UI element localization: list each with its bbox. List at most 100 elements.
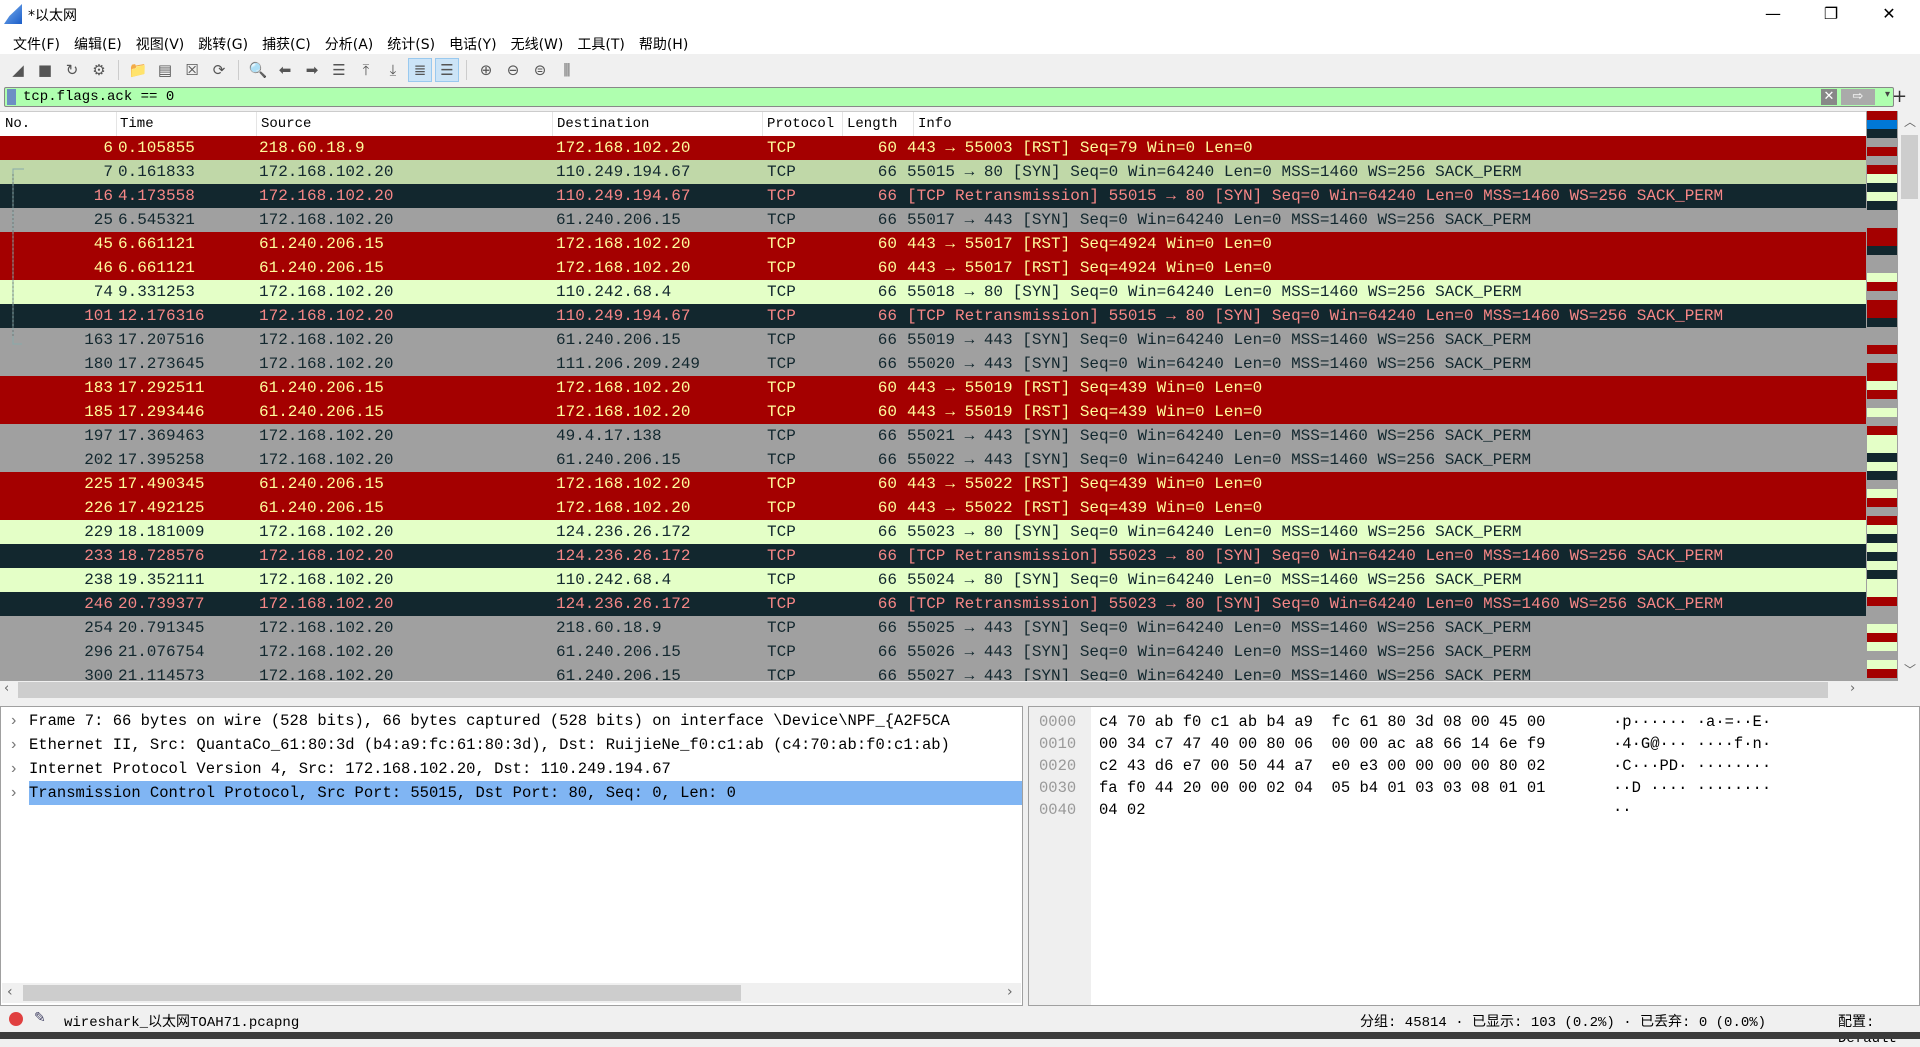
menu-item[interactable]: 无线(W) (504, 30, 571, 54)
packet-row[interactable]: 46 6.661121 61.240.206.15 172.168.102.20 TCP… (0, 256, 1866, 280)
expand-arrow-icon[interactable]: › (9, 733, 18, 757)
scroll-thumb[interactable] (1901, 135, 1918, 199)
restart-capture-icon[interactable]: ↻ (60, 58, 84, 82)
scroll-left-icon[interactable]: ‹ (4, 681, 9, 696)
add-filter-button-icon[interactable]: + (1892, 86, 1907, 107)
packet-number: 185 (84, 403, 113, 421)
zoom-normal-icon[interactable]: ⊜ (528, 58, 552, 82)
packet-time: 19.352111 (118, 571, 205, 589)
menu-item[interactable]: 统计(S) (380, 30, 442, 54)
colorize-icon[interactable]: ☰ (435, 58, 459, 82)
column-header-length[interactable]: Length (847, 116, 897, 132)
close-file-icon[interactable]: ☒ (180, 58, 204, 82)
column-header-protocol[interactable]: Protocol (767, 116, 834, 132)
packet-protocol: TCP (767, 331, 796, 349)
go-back-icon[interactable]: ⬅ (273, 58, 297, 82)
go-forward-icon[interactable]: ➡ (300, 58, 324, 82)
packet-row[interactable]: 45 6.661121 61.240.206.15 172.168.102.20 TCP… (0, 232, 1866, 256)
scroll-down-icon[interactable]: ﹀ (1904, 661, 1916, 678)
bookmark-icon[interactable] (7, 89, 16, 105)
detail-tree-item[interactable]: › Internet Protocol Version 4, Src: 172.1… (1, 757, 1022, 781)
packet-row[interactable]: 300 21.114573 172.168.102.20 61.240.206.15 T… (0, 664, 1866, 681)
capture-comment-icon[interactable]: ✎ (34, 1010, 46, 1027)
resize-columns-icon[interactable]: ⫼ (555, 58, 579, 82)
packet-row[interactable]: 202 17.395258 172.168.102.20 61.240.206.15 T… (0, 448, 1866, 472)
reload-file-icon[interactable]: ⟳ (207, 58, 231, 82)
minimap-mark (1867, 390, 1897, 399)
go-to-packet-icon[interactable]: ☰ (327, 58, 351, 82)
capture-options-icon[interactable]: ⚙ (87, 58, 111, 82)
profile-selector[interactable]: 配置: Default (1838, 1011, 1920, 1047)
packet-row[interactable]: 183 17.292511 61.240.206.15 172.168.102.20 T… (0, 376, 1866, 400)
zoom-in-icon[interactable]: ⊕ (474, 58, 498, 82)
expand-arrow-icon[interactable]: › (9, 709, 18, 733)
go-first-icon[interactable]: ⤒ (354, 58, 378, 82)
minimize-button[interactable]: — (1744, 0, 1802, 30)
packet-list-vertical-scrollbar[interactable]: ︿ ﹀ (1899, 111, 1920, 681)
packet-number: 16 (93, 187, 113, 205)
packet-row[interactable]: 185 17.293446 61.240.206.15 172.168.102.20 T… (0, 400, 1866, 424)
save-file-icon[interactable]: ▤ (153, 58, 177, 82)
clear-filter-icon[interactable]: ✕ (1821, 89, 1837, 105)
column-header-info[interactable]: Info (918, 116, 952, 132)
packet-row[interactable]: 226 17.492125 61.240.206.15 172.168.102.20 T… (0, 496, 1866, 520)
packet-minimap[interactable] (1866, 111, 1898, 681)
packet-row[interactable]: 16 4.173558 172.168.102.20 110.249.194.67 TC… (0, 184, 1866, 208)
start-capture-icon[interactable]: ◢ (6, 58, 30, 82)
menu-item[interactable]: 文件(F) (6, 30, 67, 54)
scroll-right-icon[interactable]: › (1850, 681, 1855, 696)
menu-item[interactable]: 分析(A) (318, 30, 381, 54)
detail-tree-item[interactable]: › Transmission Control Protocol, Src Port… (1, 781, 1022, 805)
packet-row[interactable]: 7 0.161833 172.168.102.20 110.249.194.67 TCP… (0, 160, 1866, 184)
apply-filter-icon[interactable]: ⇨ (1841, 89, 1875, 105)
packet-list-header: No. Time Source Destination Protocol Len… (0, 112, 1866, 136)
packet-row[interactable]: 6 0.105855 218.60.18.9 172.168.102.20 TCP 60 4… (0, 136, 1866, 160)
details-horizontal-scrollbar[interactable]: ‹ › (2, 983, 1021, 1003)
open-file-icon[interactable]: 📁 (126, 58, 150, 82)
packet-protocol: TCP (767, 451, 796, 469)
display-filter-input[interactable] (23, 88, 1803, 106)
expand-arrow-icon[interactable]: › (9, 757, 18, 781)
packet-row[interactable]: 197 17.369463 172.168.102.20 49.4.17.138 TCP… (0, 424, 1866, 448)
packet-row[interactable]: 180 17.273645 172.168.102.20 111.206.209.24… (0, 352, 1866, 376)
maximize-button[interactable]: ❐ (1802, 0, 1860, 30)
expert-info-icon[interactable] (9, 1012, 23, 1026)
packet-row[interactable]: 254 20.791345 172.168.102.20 218.60.18.9 TCP… (0, 616, 1866, 640)
packet-row[interactable]: 229 18.181009 172.168.102.20 124.236.26.172… (0, 520, 1866, 544)
detail-tree-item[interactable]: › Ethernet II, Src: QuantaCo_61:80:3d (b4… (1, 733, 1022, 757)
packet-row[interactable]: 74 9.331253 172.168.102.20 110.242.68.4 TCP 6… (0, 280, 1866, 304)
packet-row[interactable]: 246 20.739377 172.168.102.20 124.236.26.172… (0, 592, 1866, 616)
packet-row[interactable]: 25 6.545321 172.168.102.20 61.240.206.15 TCP… (0, 208, 1866, 232)
menu-item[interactable]: 工具(T) (570, 30, 631, 54)
go-last-icon[interactable]: ⤓ (381, 58, 405, 82)
filter-history-dropdown-icon[interactable]: ▾ (1885, 89, 1890, 100)
close-button[interactable]: ✕ (1860, 0, 1918, 30)
menu-item[interactable]: 视图(V) (129, 30, 192, 54)
menu-item[interactable]: 编辑(E) (67, 30, 129, 54)
packet-row[interactable]: 101 12.176316 172.168.102.20 110.249.194.67… (0, 304, 1866, 328)
scroll-up-icon[interactable]: ︿ (1904, 113, 1916, 130)
stop-capture-icon[interactable]: ■ (33, 58, 57, 82)
detail-tree-item[interactable]: › Frame 7: 66 bytes on wire (528 bits), 6… (1, 709, 1022, 733)
scroll-right-icon[interactable]: › (1007, 984, 1013, 1000)
menu-item[interactable]: 捕获(C) (255, 30, 318, 54)
packet-row[interactable]: 296 21.076754 172.168.102.20 61.240.206.15 T… (0, 640, 1866, 664)
packet-list-horizontal-scrollbar[interactable]: ‹ › (0, 681, 1866, 699)
column-header-destination[interactable]: Destination (557, 116, 649, 132)
autoscroll-icon[interactable]: ≣ (408, 58, 432, 82)
packet-row[interactable]: 233 18.728576 172.168.102.20 124.236.26.172… (0, 544, 1866, 568)
scroll-thumb[interactable] (23, 985, 741, 1001)
find-packet-icon[interactable]: 🔍 (246, 58, 270, 82)
column-header-time[interactable]: Time (120, 116, 154, 132)
zoom-out-icon[interactable]: ⊖ (501, 58, 525, 82)
expand-arrow-icon[interactable]: › (9, 781, 18, 805)
packet-row[interactable]: 238 19.352111 172.168.102.20 110.242.68.4 TC… (0, 568, 1866, 592)
scroll-left-icon[interactable]: ‹ (7, 984, 13, 1000)
packet-row[interactable]: 225 17.490345 61.240.206.15 172.168.102.20 T… (0, 472, 1866, 496)
menu-item[interactable]: 帮助(H) (632, 30, 695, 54)
packet-row[interactable]: 163 17.207516 172.168.102.20 61.240.206.15 T… (0, 328, 1866, 352)
menu-item[interactable]: 跳转(G) (191, 30, 255, 54)
column-header-source[interactable]: Source (261, 116, 311, 132)
menu-item[interactable]: 电话(Y) (442, 30, 503, 54)
scroll-thumb[interactable] (18, 682, 1828, 698)
